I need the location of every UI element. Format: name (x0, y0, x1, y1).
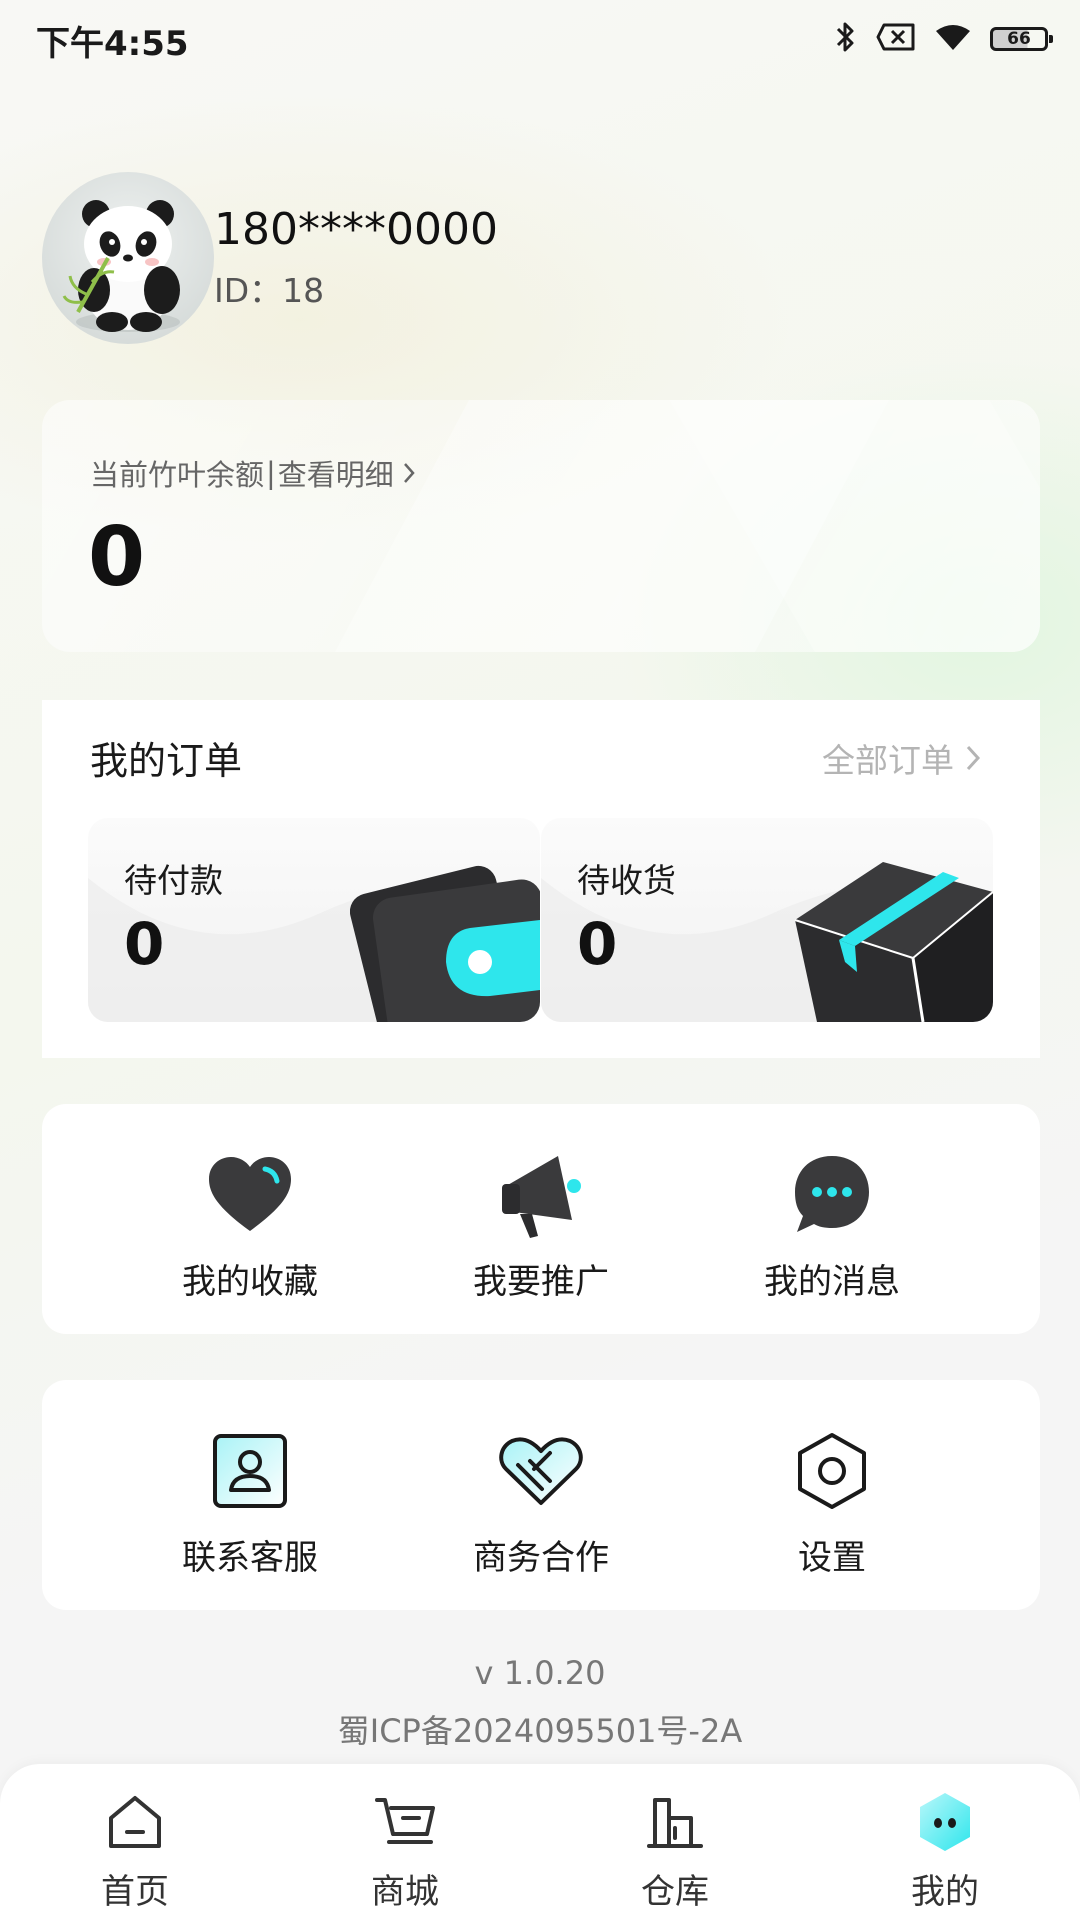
bluetooth-icon (834, 20, 858, 58)
profile-mascot-icon (913, 1790, 977, 1854)
nav-home[interactable]: 首页 (55, 1790, 215, 1913)
settings-hexagon-icon (787, 1426, 877, 1516)
my-favorites-button[interactable]: 我的收藏 (100, 1150, 400, 1303)
orders-title: 我的订单 (90, 739, 243, 783)
nav-warehouse-label: 仓库 (641, 1872, 709, 1912)
status-bar: 下午4:55 66 (0, 0, 1080, 80)
chat-bubble-icon (787, 1150, 877, 1240)
pending-delivery-label: 待收货 (577, 861, 676, 900)
my-favorites-label: 我的收藏 (182, 1262, 318, 1302)
pending-payment-label: 待付款 (124, 861, 223, 900)
chevron-right-icon (964, 743, 982, 773)
handshake-heart-icon (496, 1426, 586, 1516)
user-phone: 180****0000 (214, 204, 498, 255)
features-card-primary: 我的收藏 我要推广 我的消息 (42, 1104, 1040, 1334)
wallet-icon (350, 865, 540, 1022)
balance-separator: | (266, 456, 276, 490)
package-box-icon (794, 862, 993, 1022)
app-version: v 1.0.20 (474, 1654, 606, 1692)
settings-label: 设置 (798, 1538, 866, 1578)
pending-payment-count: 0 (124, 910, 165, 978)
user-id: ID：18 (214, 271, 325, 310)
settings-button[interactable]: 设置 (682, 1426, 982, 1579)
balance-value: 0 (88, 510, 146, 605)
warehouse-icon (643, 1790, 707, 1854)
contact-card-icon (205, 1426, 295, 1516)
order-tile-pending-payment[interactable]: 待付款 0 (88, 818, 540, 1022)
contact-support-label: 联系客服 (182, 1538, 318, 1578)
battery-level: 66 (1007, 29, 1031, 49)
balance-detail-link[interactable]: 查看明细 (278, 452, 394, 494)
all-orders-label: 全部订单 (822, 741, 954, 780)
promote-label: 我要推广 (473, 1262, 609, 1302)
balance-label: 当前竹叶余额 (90, 458, 265, 492)
business-cooperation-button[interactable]: 商务合作 (391, 1426, 691, 1579)
nav-home-label: 首页 (101, 1872, 169, 1912)
nav-mall-label: 商城 (371, 1872, 439, 1912)
contact-support-button[interactable]: 联系客服 (100, 1426, 400, 1579)
business-cooperation-label: 商务合作 (473, 1538, 609, 1578)
nav-mall[interactable]: 商城 (325, 1790, 485, 1913)
bottom-nav: 首页 商城 仓库 我的 (0, 1764, 1080, 1920)
features-card-secondary: 联系客服 商务合作 设置 (42, 1380, 1040, 1610)
status-icons: 66 (834, 20, 1053, 58)
home-icon (103, 1790, 167, 1854)
battery-icon: 66 (990, 27, 1053, 51)
order-tile-pending-delivery[interactable]: 待收货 0 (541, 818, 993, 1022)
pending-delivery-count: 0 (577, 910, 618, 978)
nav-mine[interactable]: 我的 (865, 1790, 1025, 1913)
my-messages-button[interactable]: 我的消息 (682, 1150, 982, 1303)
promote-button[interactable]: 我要推广 (391, 1150, 691, 1303)
chevron-right-icon (402, 461, 416, 485)
nav-mine-label: 我的 (911, 1872, 979, 1912)
icp-license: 蜀ICP备2024095501号-2A (337, 1712, 743, 1750)
megaphone-icon (496, 1150, 586, 1240)
balance-label-row: 当前竹叶余额 | 查看明细 (90, 452, 416, 494)
cart-icon (373, 1790, 437, 1854)
status-time: 下午4:55 (36, 24, 189, 64)
sim-off-icon (876, 22, 916, 56)
my-messages-label: 我的消息 (764, 1262, 900, 1302)
balance-card[interactable]: 当前竹叶余额 | 查看明细 0 (42, 400, 1040, 652)
all-orders-link[interactable]: 全部订单 (822, 734, 982, 782)
avatar[interactable] (42, 172, 214, 344)
wifi-icon (934, 23, 972, 55)
orders-card: 我的订单 全部订单 待付款 0 待收货 0 (42, 700, 1040, 1058)
nav-warehouse[interactable]: 仓库 (595, 1790, 755, 1913)
panda-avatar-icon (62, 200, 180, 332)
heart-icon (205, 1150, 295, 1240)
